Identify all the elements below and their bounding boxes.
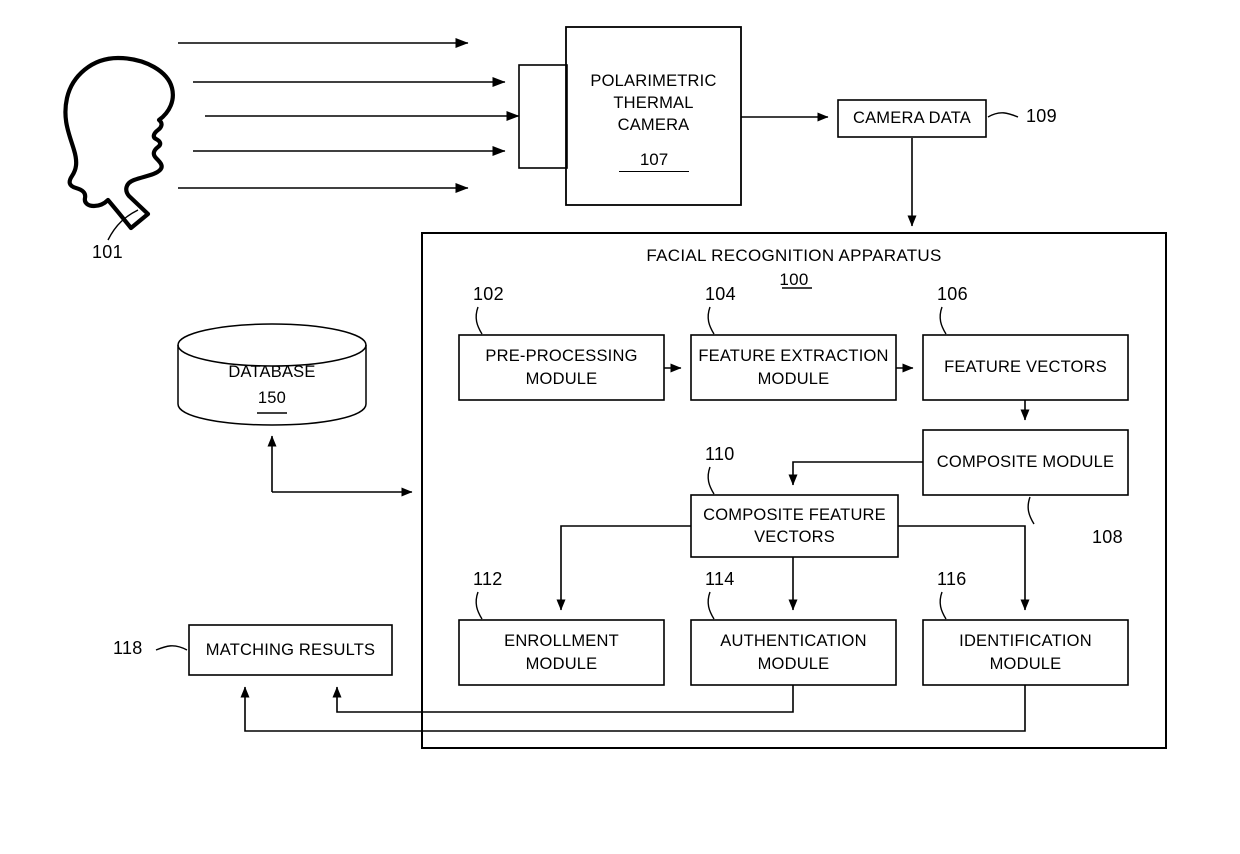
camera-lens-rect [518, 64, 568, 169]
composite-feature-vectors-box [690, 494, 899, 558]
camera-data-box [837, 99, 987, 138]
ref-112: 112 [473, 569, 503, 589]
composite-to-cfv-arrow [788, 461, 923, 486]
ref-116: 116 [937, 569, 967, 589]
preprocessing-module-box [458, 334, 665, 401]
composite-module-box [922, 429, 1129, 496]
authentication-module-box [690, 619, 897, 686]
facial-recognition-apparatus-boundary [421, 232, 1167, 749]
apparatus-title: FACIAL RECOGNITION APPARATUS [646, 246, 942, 265]
matching-results-box [188, 624, 393, 676]
ref-101: 101 [92, 242, 123, 262]
polarimetric-thermal-camera-box [565, 26, 742, 206]
apparatus-number: 100 [779, 270, 809, 289]
cfv-to-identification-arrow [898, 525, 1030, 611]
ref-110: 110 [705, 444, 735, 464]
ref-108: 108 [1092, 527, 1123, 547]
ref-102: 102 [473, 284, 504, 304]
feature-extraction-module-box [690, 334, 897, 401]
cfv-to-enrollment-arrow [556, 525, 691, 611]
ref-104: 104 [705, 284, 736, 304]
authentication-to-matching-line [332, 685, 794, 713]
human-head-profile-icon [63, 55, 175, 231]
feature-vectors-box [922, 334, 1129, 401]
ref-106: 106 [937, 284, 968, 304]
ref-109: 109 [1026, 106, 1057, 126]
identification-module-box [922, 619, 1129, 686]
identification-to-matching-line [240, 685, 1026, 732]
ref-118: 118 [113, 638, 143, 658]
enrollment-module-box [458, 619, 665, 686]
database-cylinder [177, 323, 367, 426]
ref-114: 114 [705, 569, 735, 589]
diagram-vector-layer [63, 26, 1167, 749]
camera-number: 107 [619, 150, 689, 172]
patent-figure-canvas: 101 POLARIMETRIC THERMAL CAMERA 107 CAME… [0, 0, 1240, 854]
